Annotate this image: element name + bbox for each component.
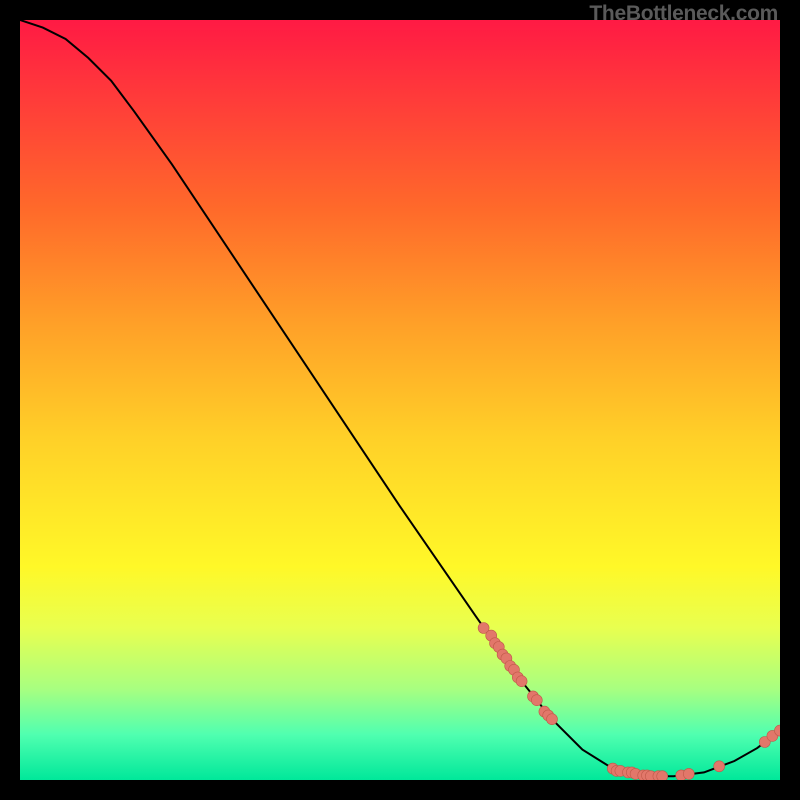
watermark-text: TheBottleneck.com bbox=[589, 2, 778, 26]
chart-container: TheBottleneck.com bbox=[0, 0, 800, 800]
gradient-background bbox=[20, 20, 780, 780]
